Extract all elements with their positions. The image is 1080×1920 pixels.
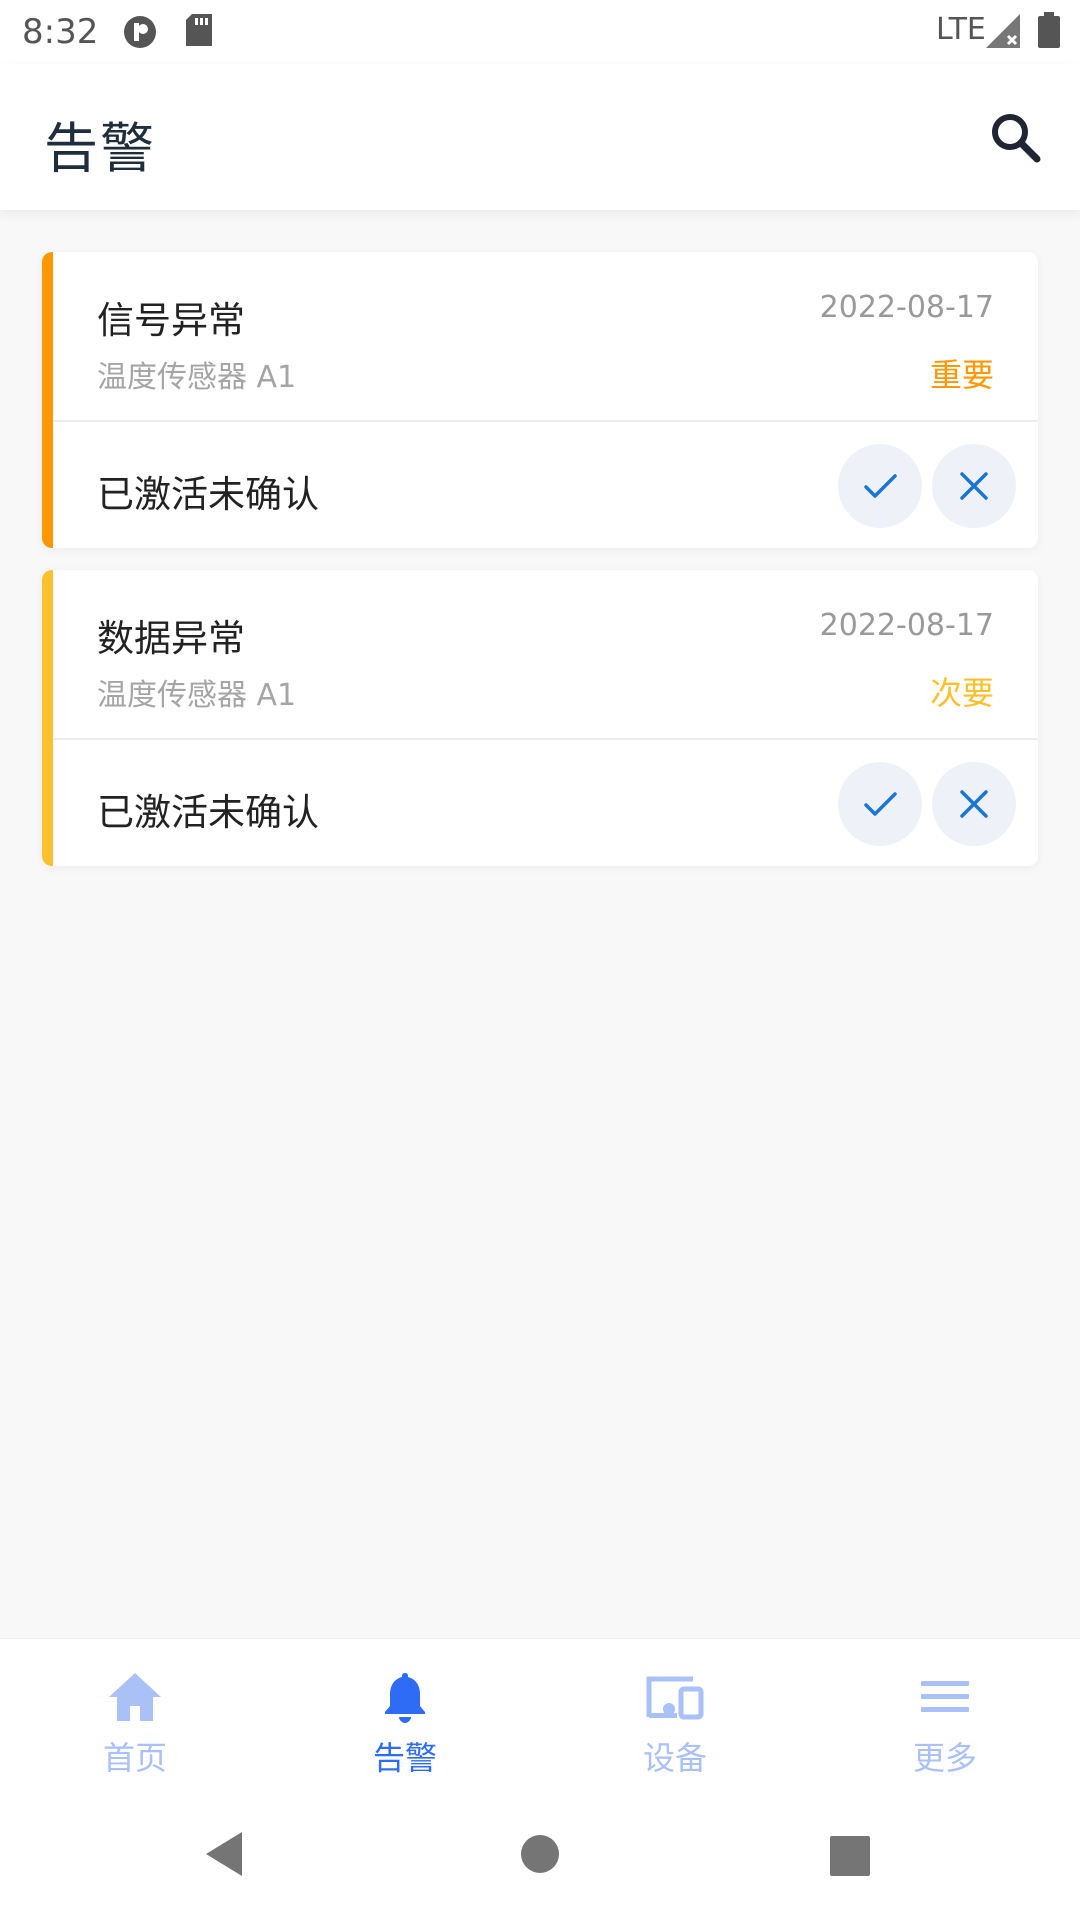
alarm-status: 已激活未确认: [97, 473, 319, 516]
clear-button[interactable]: [932, 762, 1016, 846]
close-icon: [960, 472, 988, 500]
nav-label: 更多: [912, 1739, 977, 1777]
nav-label: 首页: [102, 1739, 167, 1777]
check-icon: [864, 474, 897, 498]
nav-item-devices[interactable]: 设备: [540, 1639, 810, 1797]
alarm-card-header[interactable]: 信号异常 温度传感器 A1 2022-08-17 重要: [53, 252, 1038, 420]
system-nav-bar: [0, 1796, 1080, 1920]
clear-button[interactable]: [932, 444, 1016, 528]
recents-icon: [830, 1836, 870, 1876]
acknowledge-button[interactable]: [838, 444, 922, 528]
alarm-device: 温度传感器 A1: [97, 360, 297, 395]
alarm-severity: 次要: [929, 674, 994, 712]
search-icon: [992, 114, 1041, 163]
back-icon: [206, 1832, 242, 1876]
nav-item-more[interactable]: 更多: [810, 1639, 1080, 1797]
search-button[interactable]: [984, 106, 1048, 170]
alarm-card[interactable]: 信号异常 温度传感器 A1 2022-08-17 重要 已激活未确认: [42, 252, 1038, 548]
battery-icon: [1038, 12, 1060, 52]
status-bar: 8:32 LTE: [0, 0, 1080, 64]
severity-accent-bar: [42, 252, 53, 548]
recents-button[interactable]: [830, 1836, 870, 1880]
alarm-name: 数据异常: [97, 617, 245, 660]
home-circle-icon: [521, 1835, 559, 1873]
sd-card-icon: [186, 14, 212, 50]
alarm-name: 信号异常: [97, 299, 245, 342]
app-bar: 告警: [0, 64, 1080, 210]
alarm-date: 2022-08-17: [819, 608, 994, 643]
check-icon: [864, 792, 897, 816]
close-icon: [960, 790, 988, 818]
menu-icon: [919, 1669, 971, 1725]
alarm-device: 温度传感器 A1: [97, 678, 297, 713]
home-button[interactable]: [520, 1834, 560, 1878]
severity-accent-bar: [42, 570, 53, 866]
status-time: 8:32: [22, 12, 99, 52]
bell-icon: [381, 1669, 429, 1725]
devices-icon: [645, 1669, 705, 1725]
page-title: 告警: [44, 117, 156, 180]
alarm-date: 2022-08-17: [819, 290, 994, 325]
alarm-card[interactable]: 数据异常 温度传感器 A1 2022-08-17 次要 已激活未确认: [42, 570, 1038, 866]
back-button[interactable]: [204, 1830, 244, 1882]
divider: [53, 420, 1038, 422]
app-notification-icon: [122, 14, 158, 54]
alarm-status: 已激活未确认: [97, 791, 319, 834]
nav-item-alarms[interactable]: 告警: [270, 1639, 540, 1797]
nav-label: 设备: [642, 1739, 707, 1777]
nav-item-home[interactable]: 首页: [0, 1639, 270, 1797]
nav-label: 告警: [372, 1739, 437, 1777]
alarm-severity: 重要: [929, 356, 994, 394]
home-icon: [107, 1669, 163, 1725]
divider: [53, 738, 1038, 740]
signal-icon: [986, 14, 1020, 52]
network-type: LTE: [936, 12, 986, 47]
alarm-card-header[interactable]: 数据异常 温度传感器 A1 2022-08-17 次要: [53, 570, 1038, 738]
acknowledge-button[interactable]: [838, 762, 922, 846]
bottom-nav: 首页 告警 设备 更多: [0, 1638, 1080, 1797]
alarm-list: 信号异常 温度传感器 A1 2022-08-17 重要 已激活未确认 数据异常 …: [42, 252, 1038, 888]
